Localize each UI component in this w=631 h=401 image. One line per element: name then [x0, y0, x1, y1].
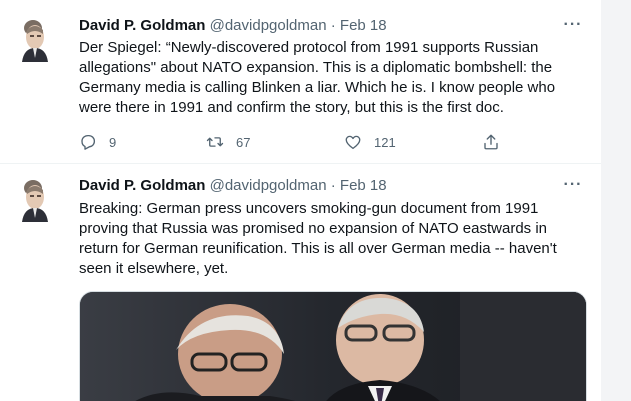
tweet-text-line: allegations" about NATO expansion. This …: [79, 59, 553, 76]
reply-button[interactable]: 9: [79, 132, 116, 152]
separator: ·: [330, 177, 336, 194]
avatar-photo: [16, 174, 54, 222]
author-handle[interactable]: @davidpgoldman: [210, 177, 327, 194]
tweet-text: Der Spiegel: “Newly-discovered protocol …: [79, 38, 569, 118]
tweet-text-line: Germany media is calling Blinken a liar.…: [79, 79, 556, 96]
retweet-icon: [206, 137, 224, 147]
separator: ·: [330, 17, 336, 34]
avatar-photo: [16, 14, 54, 62]
tweet-date[interactable]: Feb 18: [340, 177, 387, 194]
timeline: David P. Goldman @davidpgoldman · Feb 18…: [0, 0, 601, 401]
tweet[interactable]: David P. Goldman @davidpgoldman · Feb 18…: [0, 0, 601, 164]
tweet-text-line: Der Spiegel: “Newly-discovered protocol …: [79, 39, 539, 56]
tweet[interactable]: David P. Goldman @davidpgoldman · Feb 18…: [0, 164, 601, 401]
more-icon[interactable]: ···: [563, 177, 583, 195]
share-button[interactable]: [482, 132, 500, 152]
like-button[interactable]: 121: [344, 132, 396, 152]
tweet-text-line: Breaking: German press uncovers smoking-…: [79, 200, 539, 217]
avatar[interactable]: [16, 14, 54, 62]
more-icon[interactable]: ···: [563, 17, 583, 35]
share-icon: [484, 134, 498, 150]
like-count: 121: [374, 134, 396, 150]
tweet-header: David P. Goldman @davidpgoldman · Feb 18: [79, 176, 387, 196]
retweet-count: 67: [236, 134, 251, 150]
reply-icon: [81, 134, 96, 150]
author-handle[interactable]: @davidpgoldman: [210, 17, 327, 34]
like-icon: [345, 135, 361, 150]
avatar[interactable]: [16, 174, 54, 222]
tweet-date[interactable]: Feb 18: [340, 17, 387, 34]
page-gutter: [601, 0, 631, 401]
author-name[interactable]: David P. Goldman: [79, 177, 205, 194]
tweet-header: David P. Goldman @davidpgoldman · Feb 18: [79, 16, 387, 36]
tweet-text-line: return for German reunification. This is…: [79, 240, 557, 257]
tweet-text: Breaking: German press uncovers smoking-…: [79, 199, 569, 279]
retweet-button[interactable]: 67: [206, 132, 250, 152]
author-name[interactable]: David P. Goldman: [79, 17, 205, 34]
reply-count: 9: [109, 134, 117, 150]
tweet-text-line: were there in 1991 and confirm the story…: [79, 99, 504, 116]
tweet-photo[interactable]: [79, 291, 587, 401]
tweet-actions: 9 67 121: [79, 132, 519, 152]
tweet-text-line: seen it elsewhere, yet.: [79, 260, 229, 277]
tweet-text-line: proving that Russia was promised no expa…: [79, 220, 548, 237]
photo-image: [80, 292, 586, 401]
